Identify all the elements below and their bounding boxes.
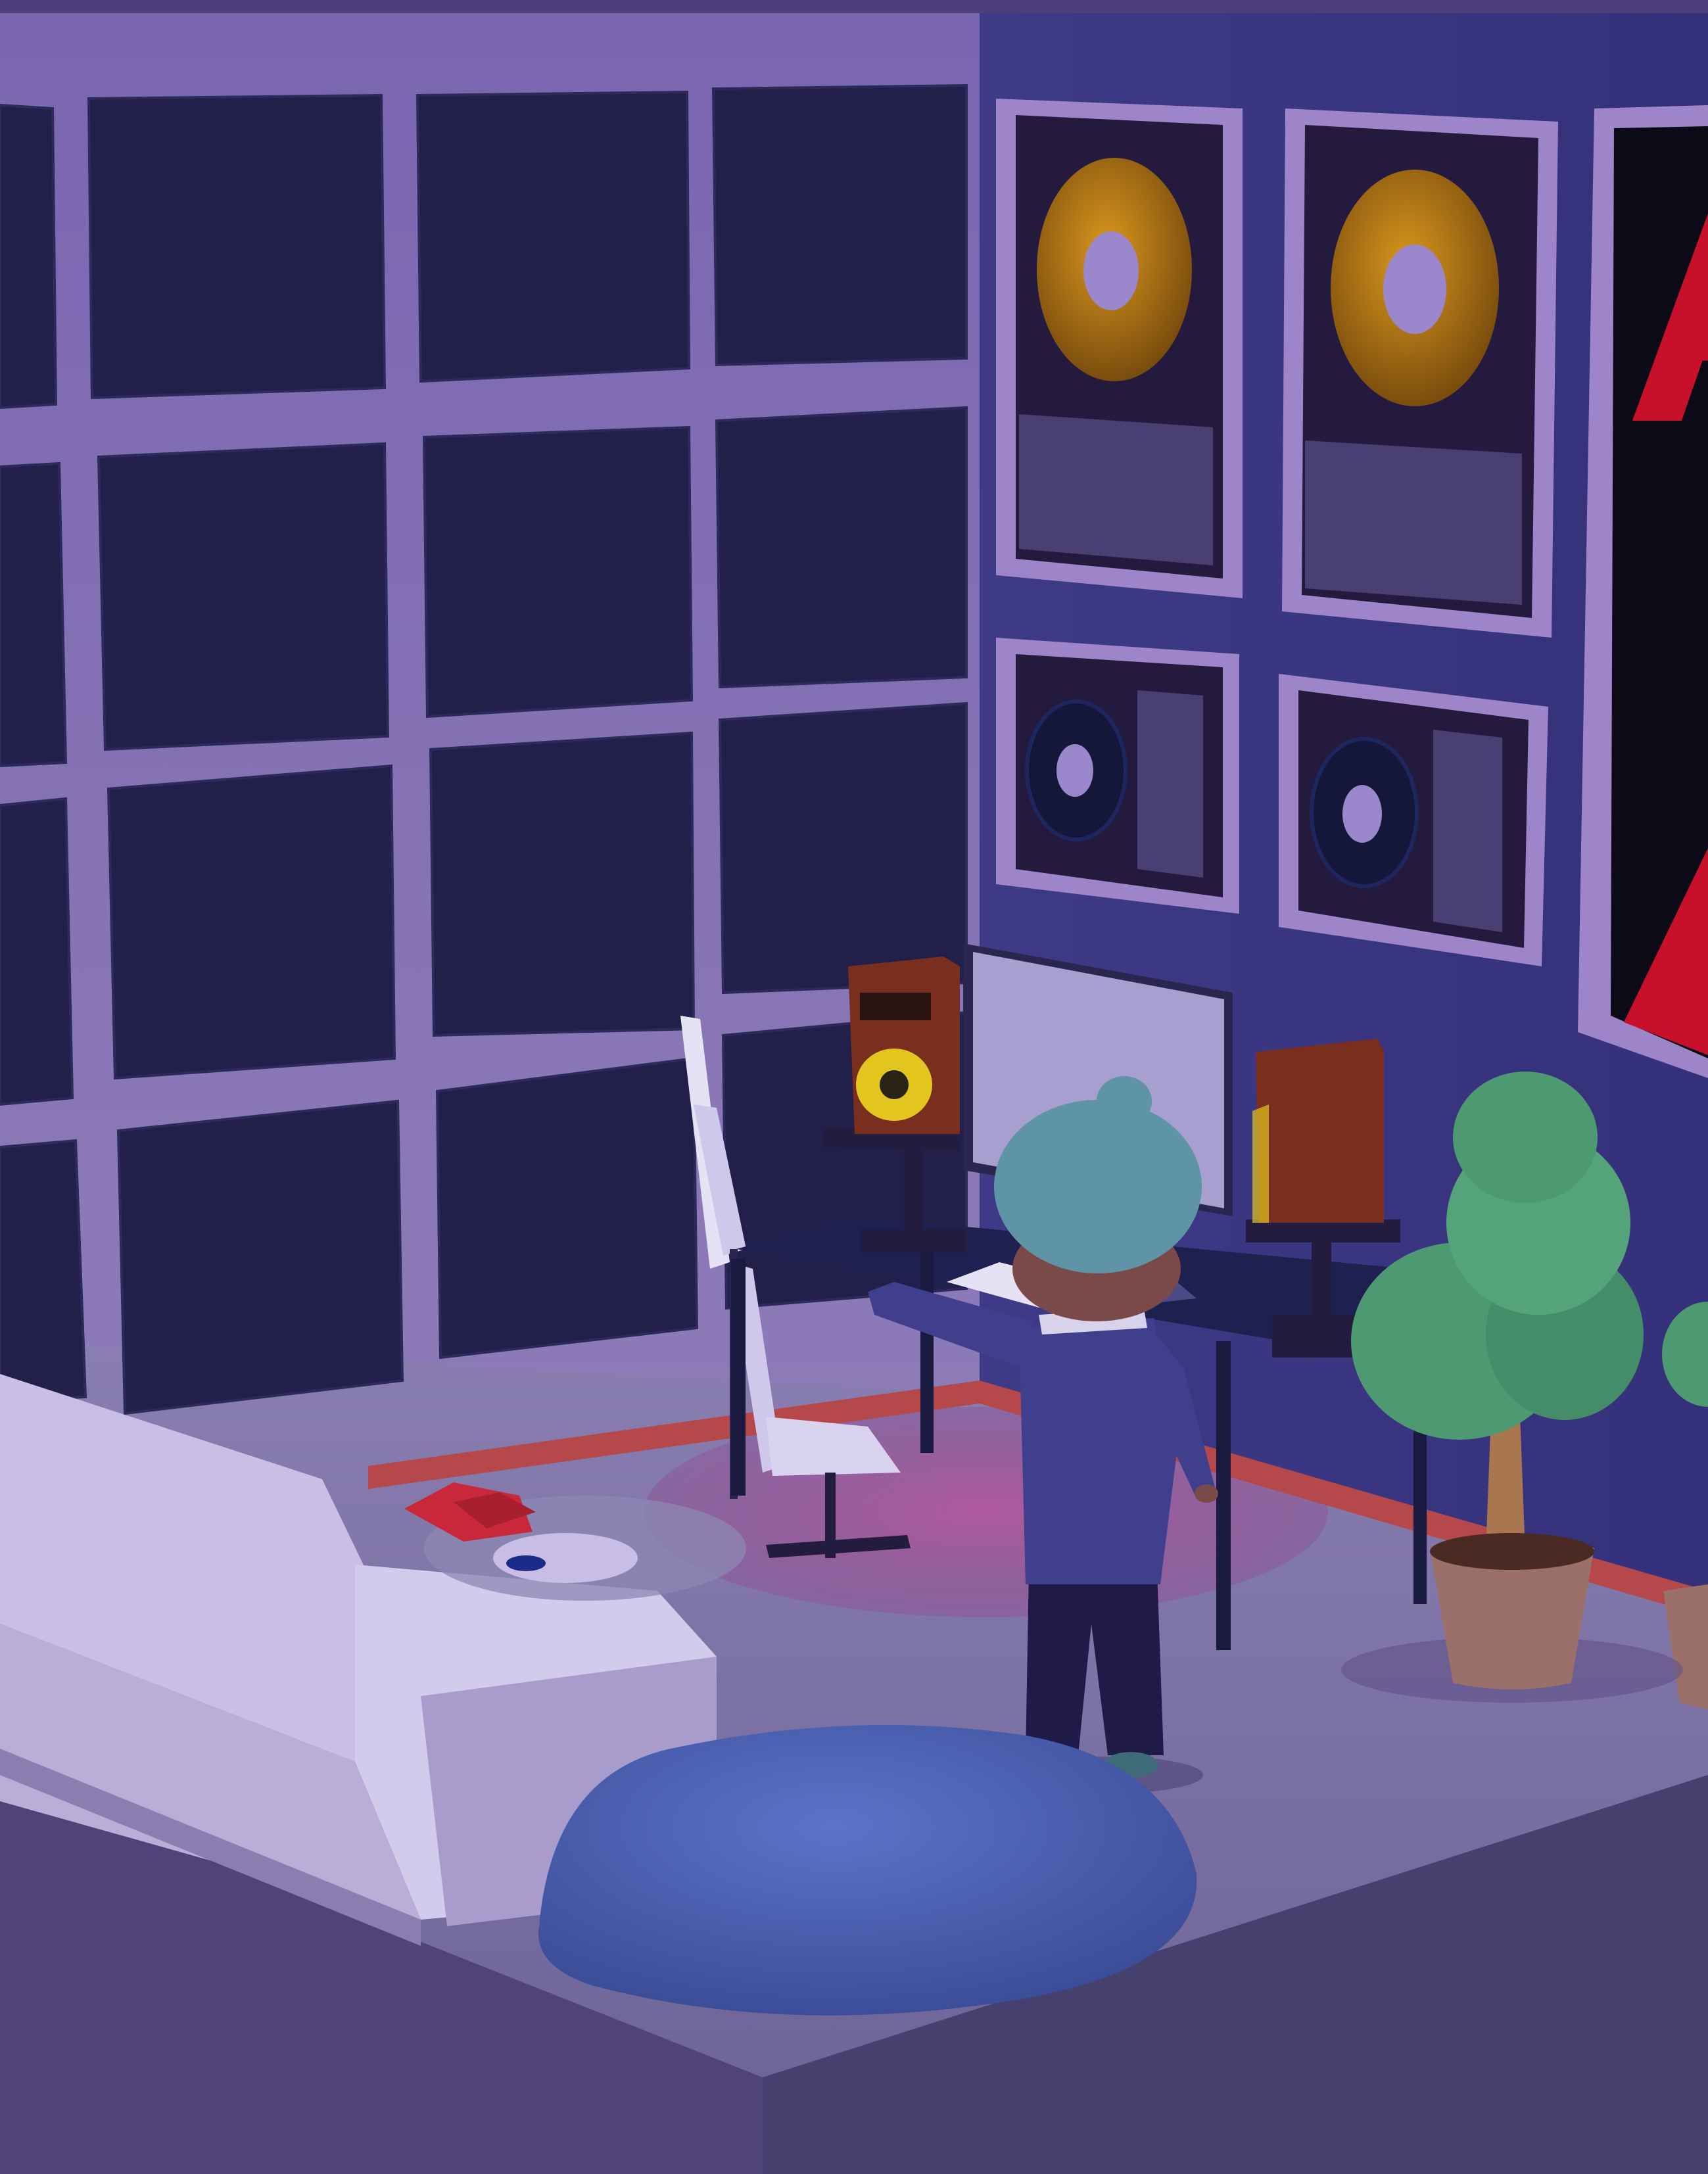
- acoustic-panel: [107, 764, 396, 1080]
- frame-gold-record-1: [996, 99, 1243, 598]
- speaker-cabinet: [1256, 1039, 1384, 1223]
- record-label: [1342, 785, 1382, 843]
- frame-gold-record-2: [1282, 108, 1558, 638]
- desk-leg: [920, 1242, 934, 1453]
- acoustic-panel: [0, 103, 58, 410]
- acoustic-panel: [435, 1056, 699, 1359]
- desk-leg: [731, 1259, 746, 1496]
- speaker-side: [1252, 1104, 1269, 1223]
- tree-foliage: [1453, 1072, 1598, 1203]
- acoustic-panel: [711, 83, 968, 367]
- speaker-stand-base: [861, 1229, 966, 1252]
- sleeve: [1433, 730, 1502, 932]
- beanbag: [538, 1725, 1197, 2016]
- speaker-stand-pole: [904, 1147, 922, 1233]
- record-label: [1056, 744, 1093, 797]
- acoustic-panel: [87, 93, 387, 400]
- bowl: [506, 1555, 546, 1571]
- record-label: [1383, 245, 1446, 334]
- frame-dark-record-2: [1279, 674, 1548, 966]
- frame-dark-record-1: [996, 638, 1239, 914]
- acoustic-panel: [415, 90, 691, 383]
- record-label: [1083, 231, 1139, 310]
- acoustic-panel: [97, 442, 390, 751]
- acoustic-panel: [715, 406, 968, 689]
- sleeve: [1137, 690, 1203, 878]
- acoustic-panel: [0, 797, 74, 1106]
- acoustic-panel: [0, 1139, 87, 1402]
- acoustic-panel: [422, 425, 694, 719]
- character-hat-pompom: [1097, 1076, 1152, 1126]
- studio-scene: A: [0, 0, 1708, 2174]
- acoustic-panel: [0, 461, 68, 768]
- acoustic-panel: [429, 731, 696, 1037]
- poster: A: [1578, 105, 1708, 1078]
- speaker-tweeter: [860, 993, 931, 1020]
- character-hand: [1195, 1484, 1218, 1503]
- woofer-center: [880, 1070, 909, 1099]
- desk-leg: [1216, 1341, 1231, 1650]
- speaker-stand-pole: [1312, 1236, 1331, 1321]
- acoustic-panel: [116, 1099, 404, 1415]
- pot-rim: [1430, 1533, 1594, 1570]
- character-hat: [994, 1100, 1202, 1273]
- poster-letter: A: [1624, 112, 1708, 494]
- plaque: [1019, 414, 1213, 565]
- plaque: [1305, 440, 1522, 605]
- acoustic-panel: [718, 701, 968, 995]
